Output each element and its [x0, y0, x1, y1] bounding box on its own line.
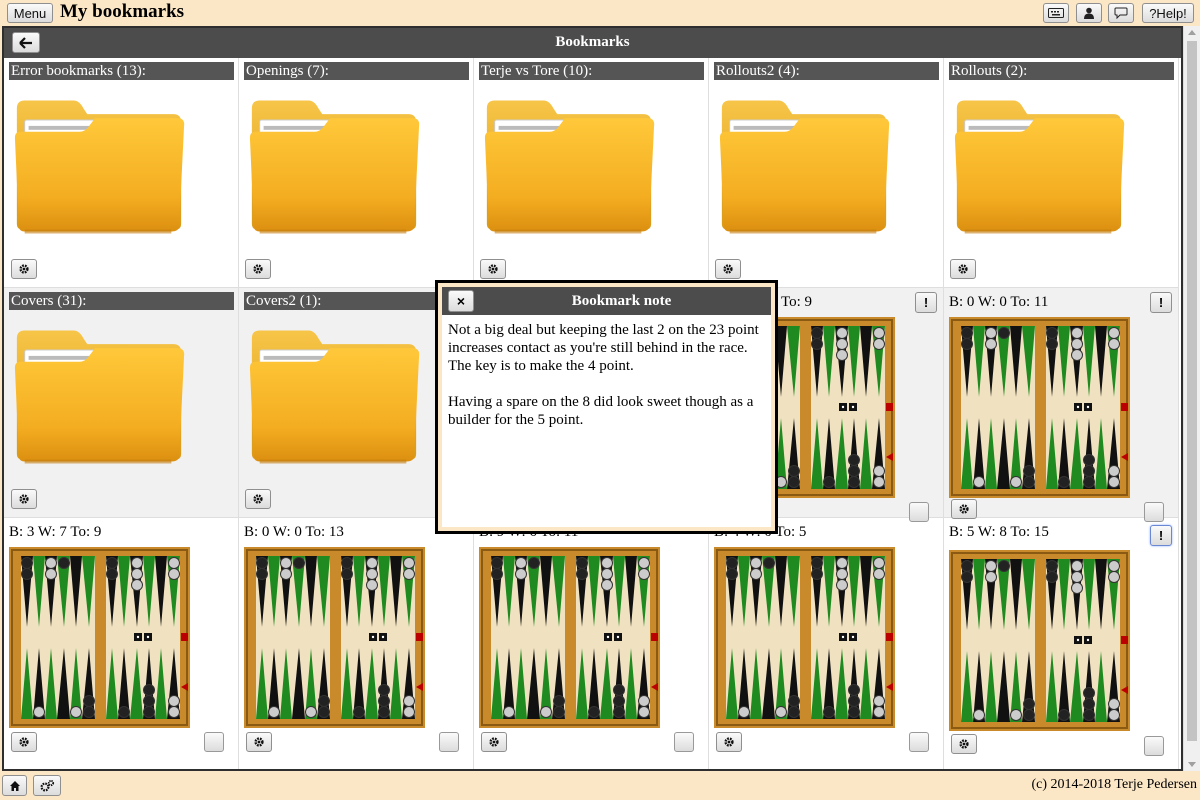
bottom-bar: (c) 2014-2018 Terje Pedersen — [0, 771, 1200, 800]
top-bar: Menu My bookmarks ?Help! — [0, 0, 1200, 26]
home-icon — [9, 780, 20, 791]
folder-icon[interactable] — [11, 96, 187, 236]
gear-icon — [723, 264, 733, 274]
app-title: My bookmarks — [60, 1, 185, 22]
folder-cell[interactable]: Terje vs Tore (10): — [474, 58, 709, 288]
position-label: B: 5 W: 8 To: 15 — [949, 524, 1049, 540]
folder-label: Terje vs Tore (10): — [479, 62, 704, 80]
folder-label: Rollouts2 (4): — [714, 62, 939, 80]
folder-icon[interactable] — [246, 96, 422, 236]
gear-icon — [253, 494, 263, 504]
gear-icon — [489, 737, 499, 747]
backgammon-board[interactable] — [714, 547, 895, 728]
dialog-title: Bookmark note — [571, 293, 672, 309]
folder-icon[interactable] — [716, 96, 892, 236]
select-checkbox[interactable] — [1144, 736, 1164, 756]
note-paragraph: Having a spare on the 8 did look sweet t… — [448, 394, 754, 428]
folder-cell[interactable]: Rollouts2 (4): — [709, 58, 944, 288]
gear-button[interactable] — [950, 259, 976, 279]
gear-button[interactable] — [11, 489, 37, 509]
folder-icon[interactable] — [246, 326, 422, 466]
gear-icon — [19, 264, 29, 274]
gear-icon — [959, 504, 969, 514]
copyright-text: (c) 2014-2018 Terje Pedersen — [1031, 777, 1197, 792]
folder-icon[interactable] — [11, 326, 187, 466]
position-label: To: 9 — [781, 294, 813, 310]
folder-label: Error bookmarks (13): — [9, 62, 234, 80]
gear-button[interactable] — [11, 732, 37, 752]
position-cell[interactable]: B: 0 W: 0 To: 11 ! — [944, 288, 1179, 522]
note-paragraph: Not a big deal but keeping the last 2 on… — [448, 322, 759, 374]
help-button[interactable]: ?Help! — [1142, 3, 1194, 23]
backgammon-board[interactable] — [949, 550, 1130, 731]
gear-button[interactable] — [951, 734, 977, 754]
exclamation-button[interactable]: ! — [1150, 525, 1172, 546]
note-text: Not a big deal but keeping the last 2 on… — [442, 315, 771, 527]
folder-icon[interactable] — [481, 96, 657, 236]
folder-label: Openings (7): — [244, 62, 469, 80]
menu-button[interactable]: Menu — [7, 3, 53, 23]
scroll-down-icon[interactable] — [1188, 762, 1196, 767]
panel-header: Bookmarks — [4, 28, 1181, 58]
select-checkbox[interactable] — [674, 732, 694, 752]
scroll-up-icon[interactable] — [1188, 30, 1196, 35]
select-checkbox[interactable] — [204, 732, 224, 752]
gear-icon — [724, 737, 734, 747]
folder-icon[interactable] — [951, 96, 1127, 236]
scroll-thumb[interactable] — [1187, 41, 1197, 741]
settings-button[interactable] — [33, 775, 61, 796]
backgammon-board[interactable] — [9, 547, 190, 728]
position-label: B: 0 W: 0 To: 11 — [949, 294, 1049, 310]
backgammon-board[interactable] — [479, 547, 660, 728]
keyboard-icon[interactable] — [1043, 3, 1069, 23]
gear-button[interactable] — [951, 499, 977, 519]
gear-button[interactable] — [481, 732, 507, 752]
panel-title: Bookmarks — [555, 34, 630, 50]
folder-cell[interactable]: Covers (31): — [4, 288, 239, 518]
back-button[interactable] — [12, 32, 40, 53]
backgammon-board[interactable] — [949, 317, 1130, 498]
folder-cell[interactable]: Rollouts (2): — [944, 58, 1179, 288]
gear-button[interactable] — [715, 259, 741, 279]
dialog-header: × Bookmark note — [442, 287, 771, 315]
gear-icon — [254, 737, 264, 747]
home-button[interactable] — [2, 775, 27, 796]
folder-label: Rollouts (2): — [949, 62, 1174, 80]
folder-cell[interactable]: Error bookmarks (13): — [4, 58, 239, 288]
vertical-scrollbar[interactable] — [1183, 26, 1200, 771]
backgammon-board[interactable] — [244, 547, 425, 728]
exclamation-button[interactable]: ! — [915, 292, 937, 313]
gear-icon — [253, 264, 263, 274]
gear-icon — [19, 737, 29, 747]
gear-button[interactable] — [246, 732, 272, 752]
gear-button[interactable] — [245, 259, 271, 279]
gear-button[interactable] — [480, 259, 506, 279]
gear-button[interactable] — [716, 732, 742, 752]
position-label: B: 0 W: 0 To: 13 — [244, 524, 344, 540]
gear-icon — [959, 739, 969, 749]
chat-icon[interactable] — [1108, 3, 1134, 23]
gear-button[interactable] — [11, 259, 37, 279]
bookmark-note-dialog: × Bookmark note Not a big deal but keepi… — [435, 280, 778, 534]
select-checkbox[interactable] — [439, 732, 459, 752]
select-checkbox[interactable] — [909, 732, 929, 752]
position-cell[interactable]: B: 3 W: 7 To: 9 — [4, 518, 239, 769]
gear-button[interactable] — [245, 489, 271, 509]
close-button[interactable]: × — [448, 290, 474, 312]
gear-icon — [958, 264, 968, 274]
arrow-left-icon — [19, 36, 32, 49]
position-cell[interactable]: B: 9 W: 6 To: 11 — [474, 518, 709, 769]
user-icon[interactable] — [1076, 3, 1102, 23]
position-cell[interactable]: B: 4 W: 0 To: 5 — [709, 518, 944, 769]
position-label: B: 3 W: 7 To: 9 — [9, 524, 102, 540]
exclamation-button[interactable]: ! — [1150, 292, 1172, 313]
gear-icon — [488, 264, 498, 274]
position-cell[interactable]: B: 0 W: 0 To: 13 — [239, 518, 474, 769]
gear-icon — [19, 494, 29, 504]
folder-label: Covers (31): — [9, 292, 234, 310]
folder-cell[interactable]: Openings (7): — [239, 58, 474, 288]
position-cell[interactable]: B: 5 W: 8 To: 15 ! — [944, 518, 1179, 769]
gears-icon — [40, 779, 55, 792]
